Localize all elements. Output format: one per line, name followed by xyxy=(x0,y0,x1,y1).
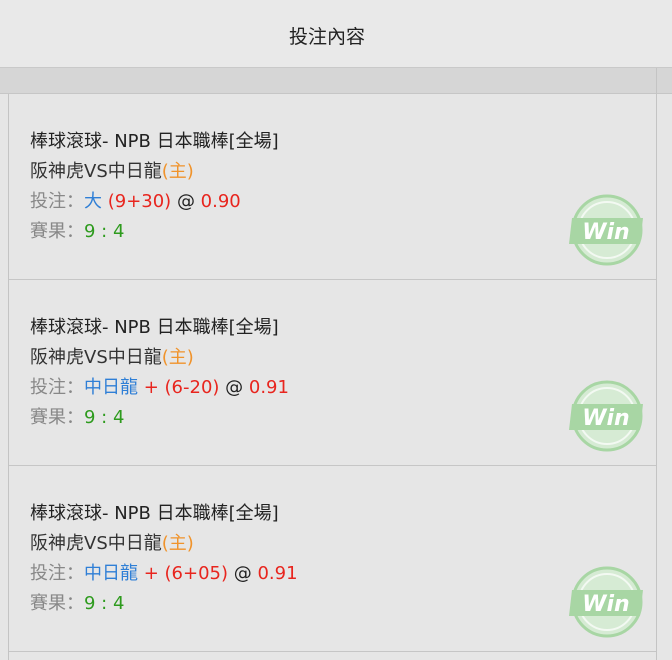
league-text: 棒球滾球- NPB 日本職棒[全場] xyxy=(30,503,279,524)
home-tag: (主) xyxy=(161,533,194,554)
win-badge-icon: Win xyxy=(569,380,643,452)
table-header: 投注內容 xyxy=(0,0,672,68)
bet-handicap: + (6+05) xyxy=(138,563,229,584)
result-score: 9 : 4 xyxy=(84,407,125,428)
bet-handicap: (9+30) xyxy=(102,191,172,212)
teams-text: 阪神虎VS中日龍 xyxy=(30,347,162,368)
bet-odds: 0.91 xyxy=(257,563,298,584)
bet-label: 投注： xyxy=(30,377,84,398)
home-tag: (主) xyxy=(161,161,194,182)
bet-selection: 中日龍 xyxy=(84,377,138,398)
bet-label: 投注： xyxy=(30,191,84,212)
bet-selection: 中日龍 xyxy=(84,563,138,584)
bet-odds: 0.91 xyxy=(248,377,289,398)
win-badge-text: Win xyxy=(582,220,629,245)
result-line: 賽果：9 : 4 xyxy=(30,407,124,429)
bet-row: 棒球滾球- NPB 日本職棒[全場] 阪神虎VS中日龍(主) 投注：中日龍 + … xyxy=(9,466,656,652)
at-symbol: @ xyxy=(219,377,249,398)
bet-selection: 大 xyxy=(84,191,102,212)
bet-line: 投注：中日龍 + (6-20) @ 0.91 xyxy=(30,377,289,399)
win-badge-text: Win xyxy=(582,592,629,617)
table-subheader-bar xyxy=(0,68,672,94)
result-score: 9 : 4 xyxy=(84,593,125,614)
league-text: 棒球滾球- NPB 日本職棒[全場] xyxy=(30,131,279,152)
result-label: 賽果： xyxy=(30,221,84,242)
bet-label: 投注： xyxy=(30,563,84,584)
bet-row: 棒球滾球- NPB 日本職棒[全場] 阪神虎VS中日龍(主) 投注：大 (9+3… xyxy=(9,94,656,280)
result-line: 賽果：9 : 4 xyxy=(30,593,124,615)
at-symbol: @ xyxy=(171,191,201,212)
bet-row: 棒球滾球- NPB 日本職棒[全場] 阪神虎VS中日龍(主) 投注：中日龍 + … xyxy=(9,280,656,466)
home-tag: (主) xyxy=(161,347,194,368)
right-column-divider xyxy=(656,68,657,660)
bet-odds: 0.90 xyxy=(200,191,241,212)
bet-handicap: + (6-20) xyxy=(138,377,220,398)
teams-text: 阪神虎VS中日龍 xyxy=(30,533,162,554)
result-score: 9 : 4 xyxy=(84,221,125,242)
bet-history-page: 投注內容 棒球滾球- NPB 日本職棒[全場] 阪神虎VS中日龍(主) 投注：大… xyxy=(0,0,672,660)
league-text: 棒球滾球- NPB 日本職棒[全場] xyxy=(30,317,279,338)
result-label: 賽果： xyxy=(30,593,84,614)
teams-text: 阪神虎VS中日龍 xyxy=(30,161,162,182)
bet-line: 投注：中日龍 + (6+05) @ 0.91 xyxy=(30,563,298,585)
result-label: 賽果： xyxy=(30,407,84,428)
win-badge-icon: Win xyxy=(569,194,643,266)
win-badge-icon: Win xyxy=(569,566,643,638)
match-text: 阪神虎VS中日龍(主) xyxy=(30,533,194,555)
column-title-bet-content: 投注內容 xyxy=(288,26,365,48)
at-symbol: @ xyxy=(228,563,258,584)
result-line: 賽果：9 : 4 xyxy=(30,221,124,243)
match-text: 阪神虎VS中日龍(主) xyxy=(30,161,194,183)
bet-line: 投注：大 (9+30) @ 0.90 xyxy=(30,191,241,213)
win-badge-text: Win xyxy=(582,406,629,431)
match-text: 阪神虎VS中日龍(主) xyxy=(30,347,194,369)
